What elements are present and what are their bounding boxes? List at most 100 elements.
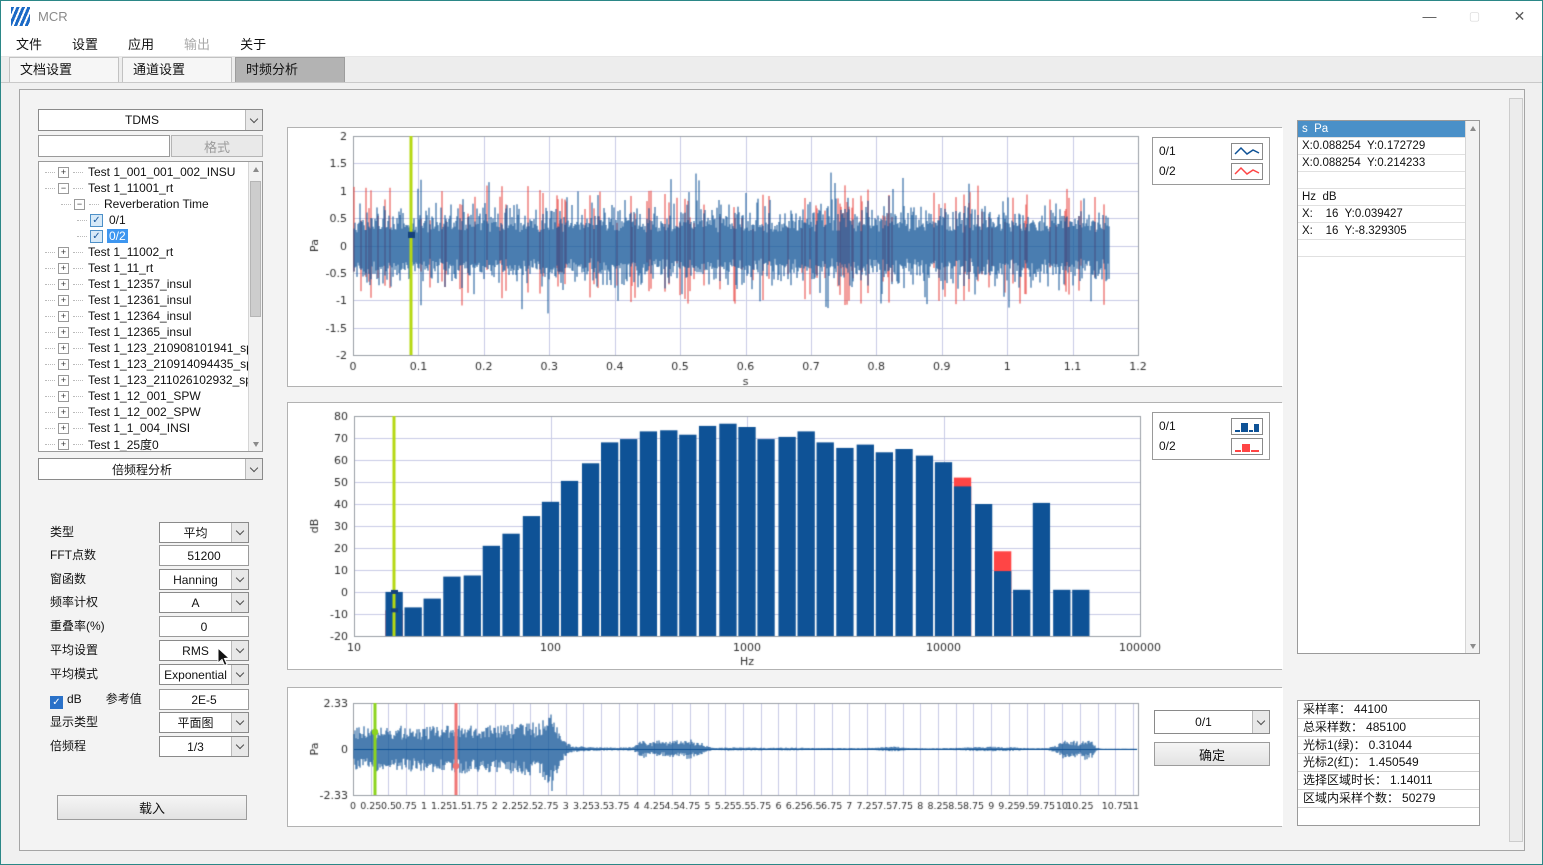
- tab-1[interactable]: 通道设置: [122, 57, 232, 82]
- readout-row[interactable]: X:0.088254 Y:0.214233: [1298, 155, 1465, 172]
- readout-row[interactable]: s Pa: [1298, 121, 1465, 138]
- tree-item[interactable]: +Test 1_12_001_SPW: [41, 388, 247, 404]
- expand-plus-icon[interactable]: +: [58, 279, 69, 290]
- expand-plus-icon[interactable]: +: [58, 167, 69, 178]
- form-select-6[interactable]: Exponential: [159, 664, 249, 685]
- time-waveform-chart[interactable]: [288, 128, 1283, 386]
- confirm-button[interactable]: 确定: [1154, 742, 1270, 766]
- channel-combo[interactable]: 0/1: [1154, 710, 1270, 734]
- octave-spectrum-chart[interactable]: [288, 403, 1283, 669]
- expand-plus-icon[interactable]: +: [58, 439, 69, 450]
- tree-connector: [73, 188, 83, 189]
- readout-row[interactable]: X:0.088254 Y:0.172729: [1298, 138, 1465, 155]
- analysis-type-combo[interactable]: 倍频程分析: [38, 458, 263, 480]
- tab-0[interactable]: 文档设置: [9, 57, 119, 82]
- minimize-button-icon[interactable]: —: [1407, 1, 1452, 31]
- menu-item-2[interactable]: 应用: [117, 31, 165, 56]
- expand-plus-icon[interactable]: +: [58, 343, 69, 354]
- tree-item[interactable]: +Test 1_12365_insul: [41, 324, 247, 340]
- tree-item[interactable]: +Test 1_12_002_SPW: [41, 404, 247, 420]
- form-select-2[interactable]: Hanning: [159, 569, 249, 590]
- tree-item[interactable]: ✓0/2: [41, 228, 247, 244]
- tree-item[interactable]: + Test 1_11002_rt: [41, 244, 247, 260]
- expand-plus-icon[interactable]: +: [58, 327, 69, 338]
- tree-connector: [73, 396, 83, 397]
- chevron-down-icon[interactable]: [231, 737, 248, 756]
- expand-plus-icon[interactable]: +: [58, 359, 69, 370]
- expand-plus-icon[interactable]: +: [58, 407, 69, 418]
- readout-row[interactable]: [1298, 240, 1465, 257]
- chevron-down-icon[interactable]: [231, 570, 248, 589]
- checkbox-checked-icon[interactable]: ✓: [50, 696, 63, 709]
- tree-item[interactable]: ✓0/1: [41, 212, 247, 228]
- chevron-down-icon[interactable]: [245, 110, 262, 130]
- collapse-minus-icon[interactable]: −: [74, 199, 85, 210]
- expand-plus-icon[interactable]: +: [58, 375, 69, 386]
- tree-scrollbar[interactable]: [248, 162, 262, 451]
- checkbox-checked-icon[interactable]: ✓: [90, 214, 103, 227]
- title-bar: MCR — ▢ ✕: [1, 1, 1542, 31]
- form-select-value: A: [160, 596, 231, 610]
- readout-row[interactable]: [1298, 172, 1465, 189]
- tree-item-label: Test 1_11002_rt: [86, 245, 175, 259]
- form-select-8[interactable]: 平面图: [159, 712, 249, 733]
- expand-plus-icon[interactable]: +: [58, 391, 69, 402]
- expand-plus-icon[interactable]: +: [58, 247, 69, 258]
- form-input-1[interactable]: 51200: [159, 545, 249, 566]
- expand-plus-icon[interactable]: +: [58, 263, 69, 274]
- maximize-button-icon[interactable]: ▢: [1452, 1, 1497, 31]
- chevron-down-icon[interactable]: [231, 523, 248, 542]
- right-scroll-strip[interactable]: [1509, 98, 1523, 842]
- collapse-minus-icon[interactable]: −: [58, 183, 69, 194]
- scroll-down-icon[interactable]: [1466, 639, 1479, 653]
- tree-item-label: Test 1_123_210914094435_spw: [86, 357, 263, 371]
- scroll-up-icon[interactable]: [1466, 121, 1479, 135]
- overview-waveform-chart[interactable]: [288, 688, 1283, 826]
- chevron-down-icon[interactable]: [231, 713, 248, 732]
- tree-item[interactable]: +Test 1_001_001_002_INSU: [41, 164, 247, 180]
- chevron-down-icon[interactable]: [231, 665, 248, 684]
- tree-item[interactable]: +Test 1_1_004_INSI: [41, 420, 247, 436]
- tree-item[interactable]: +Test 1_12357_insul: [41, 276, 247, 292]
- format-button[interactable]: 格式: [171, 135, 263, 157]
- chevron-down-icon[interactable]: [1252, 711, 1269, 733]
- expand-plus-icon[interactable]: +: [58, 423, 69, 434]
- form-select-3[interactable]: A: [159, 592, 249, 613]
- form-select-5[interactable]: RMS: [159, 640, 249, 661]
- form-input-4[interactable]: 0: [159, 616, 249, 637]
- tree-item[interactable]: +Test 1_123_210914094435_spw: [41, 356, 247, 372]
- menu-item-0[interactable]: 文件: [5, 31, 53, 56]
- close-button-icon[interactable]: ✕: [1497, 1, 1542, 31]
- tree-item[interactable]: +Test 1_123_211026102932_spw: [41, 372, 247, 388]
- menu-item-1[interactable]: 设置: [61, 31, 109, 56]
- tree-scrollbar-thumb[interactable]: [250, 181, 261, 317]
- tree-item[interactable]: +Test 1_12361_insul: [41, 292, 247, 308]
- readout-scrollbar[interactable]: [1465, 121, 1479, 653]
- scroll-down-icon[interactable]: [249, 437, 262, 451]
- menu-item-3[interactable]: 输出: [173, 31, 221, 56]
- tab-2[interactable]: 时频分析: [235, 57, 345, 82]
- form-input-7[interactable]: 2E-5: [159, 689, 249, 710]
- chevron-down-icon[interactable]: [231, 593, 248, 612]
- scroll-up-icon[interactable]: [249, 162, 262, 176]
- form-select-9[interactable]: 1/3: [159, 736, 249, 757]
- expand-plus-icon[interactable]: +: [58, 295, 69, 306]
- form-select-0[interactable]: 平均: [159, 522, 249, 543]
- chevron-down-icon[interactable]: [231, 641, 248, 660]
- readout-row[interactable]: X: 16 Y:-8.329305: [1298, 223, 1465, 240]
- tree-item[interactable]: +Test 1_11_rt: [41, 260, 247, 276]
- expand-plus-icon[interactable]: +: [58, 311, 69, 322]
- readout-row[interactable]: Hz dB: [1298, 189, 1465, 206]
- tree-item[interactable]: +Test 1_12364_insul: [41, 308, 247, 324]
- tree-item[interactable]: +Test 1_123_210908101941_spw: [41, 340, 247, 356]
- menu-item-4[interactable]: 关于: [229, 31, 277, 56]
- tree-item[interactable]: −Test 1_11001_rt: [41, 180, 247, 196]
- checkbox-checked-icon[interactable]: ✓: [90, 230, 103, 243]
- load-button[interactable]: 载入: [57, 795, 247, 820]
- readout-row[interactable]: X: 16 Y:0.039427: [1298, 206, 1465, 223]
- chevron-down-icon[interactable]: [245, 459, 262, 479]
- tree-item[interactable]: −Reverberation Time: [41, 196, 247, 212]
- tree-item[interactable]: +Test 1_25度0: [41, 436, 247, 452]
- file-format-combo[interactable]: TDMS: [38, 109, 263, 131]
- filter-input[interactable]: [38, 135, 170, 157]
